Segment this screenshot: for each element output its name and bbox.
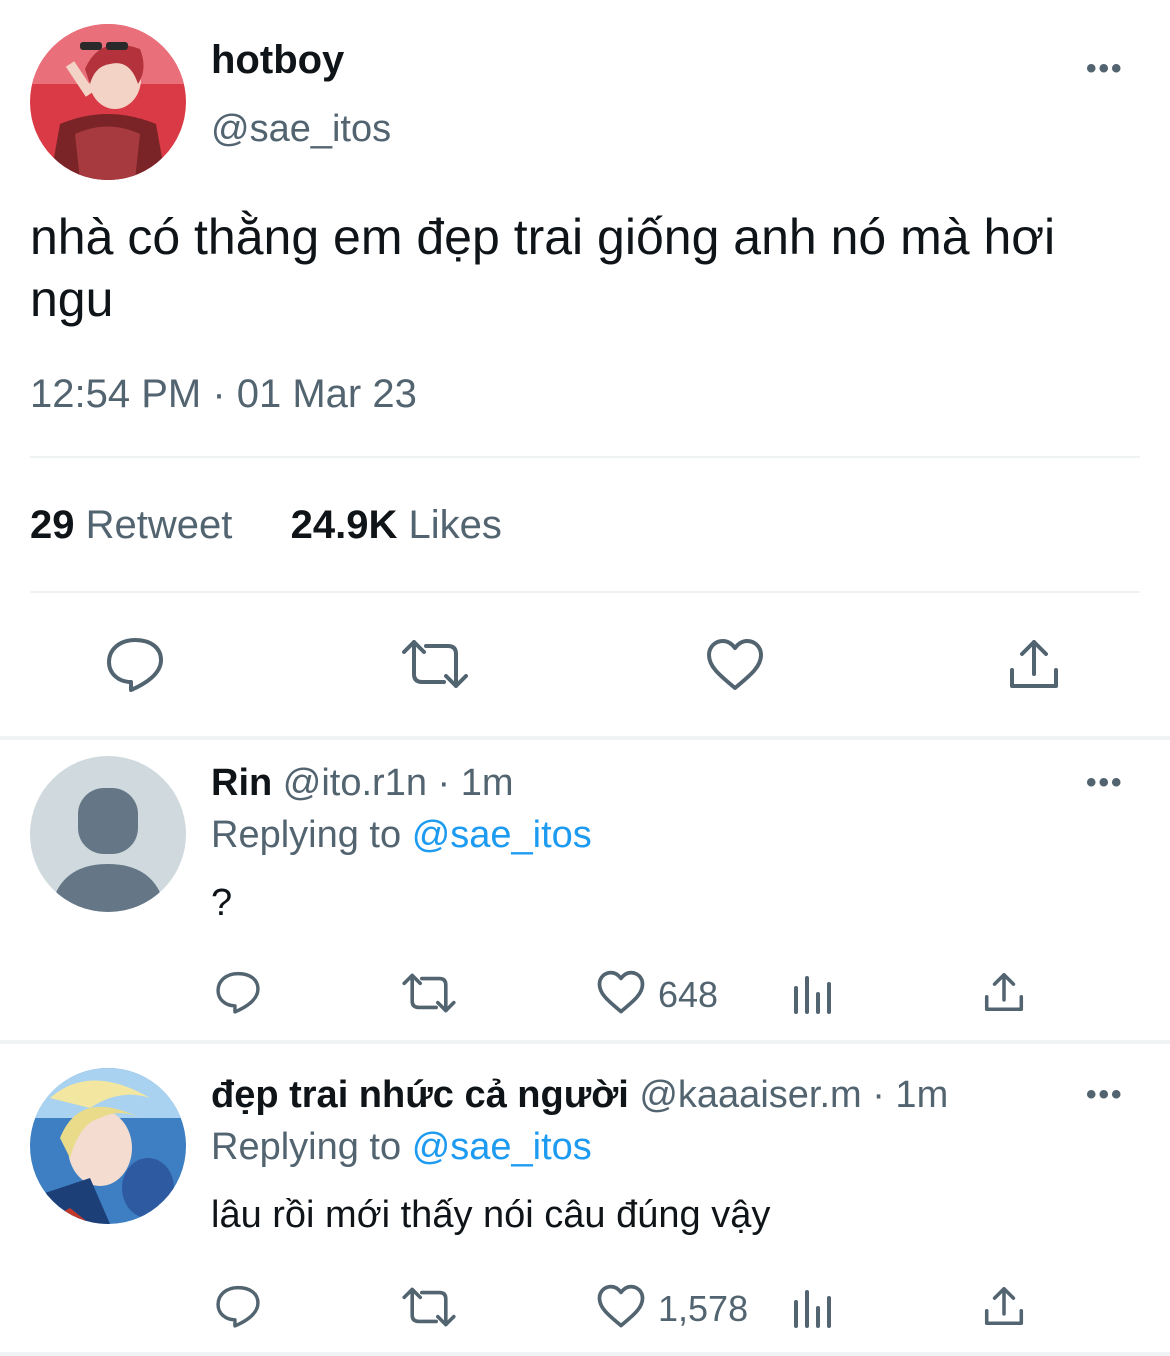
section-divider — [0, 1040, 1170, 1044]
section-divider — [0, 736, 1170, 740]
analytics-icon[interactable] — [792, 974, 834, 1014]
section-divider — [0, 1352, 1170, 1356]
reply-like-count[interactable]: 648 — [658, 974, 718, 1016]
tweet-text: nhà có thằng em đẹp trai giống anh nó mà… — [30, 209, 1056, 327]
reply-header: Rin @ito.r1n · 1m — [211, 762, 514, 805]
reply-avatar[interactable] — [30, 1068, 186, 1224]
divider — [30, 591, 1140, 593]
replying-to: Replying to @sae_itos — [211, 814, 592, 857]
reply-display-name[interactable]: đẹp trai nhức cả người — [211, 1074, 629, 1116]
retweet-label[interactable]: Retweet — [86, 503, 233, 547]
replying-handle-link[interactable]: @sae_itos — [412, 814, 592, 856]
more-icon[interactable]: ••• — [1086, 1078, 1124, 1112]
divider — [30, 456, 1140, 458]
tweet-timestamp[interactable]: 12:54 PM · 01 Mar 23 — [30, 372, 417, 417]
author-display-name[interactable]: hotboy — [211, 38, 344, 83]
share-icon[interactable] — [1006, 636, 1062, 692]
reply-icon[interactable] — [215, 1284, 261, 1328]
reply-header: đẹp trai nhức cả người @kaaaiser.m · 1m — [211, 1074, 948, 1117]
replying-label: Replying to — [211, 1126, 402, 1168]
analytics-icon[interactable] — [792, 1288, 834, 1328]
reply-avatar-default[interactable] — [30, 756, 186, 912]
likes-label[interactable]: Likes — [409, 503, 502, 547]
retweet-icon[interactable] — [400, 638, 470, 690]
retweet-icon[interactable] — [401, 1286, 457, 1328]
retweet-icon[interactable] — [401, 972, 457, 1014]
reply-icon[interactable] — [105, 636, 165, 692]
reply-like-count[interactable]: 1,578 — [658, 1288, 748, 1330]
likes-count[interactable]: 24.9K — [291, 503, 398, 547]
like-icon[interactable] — [597, 1284, 645, 1329]
author-handle[interactable]: @sae_itos — [211, 108, 391, 151]
author-avatar[interactable] — [30, 24, 186, 180]
replying-handle-link[interactable]: @sae_itos — [412, 1126, 592, 1168]
reply-text: ? — [211, 882, 233, 924]
more-icon[interactable]: ••• — [1086, 766, 1124, 800]
reply-meta[interactable]: @ito.r1n · 1m — [283, 762, 514, 804]
more-icon[interactable]: ••• — [1086, 52, 1124, 86]
reply-icon[interactable] — [215, 970, 261, 1014]
replying-label: Replying to — [211, 814, 402, 856]
retweet-count[interactable]: 29 — [30, 503, 75, 547]
reply-text: lâu rồi mới thấy nói câu đúng vậy — [211, 1194, 771, 1236]
like-icon[interactable] — [706, 638, 764, 692]
tweet-stats: 29 Retweet 24.9K Likes — [30, 503, 502, 548]
reply-display-name[interactable]: Rin — [211, 762, 272, 804]
like-icon[interactable] — [597, 970, 645, 1015]
share-icon[interactable] — [982, 970, 1026, 1014]
share-icon[interactable] — [982, 1284, 1026, 1328]
reply-meta[interactable]: @kaaaiser.m · 1m — [639, 1074, 948, 1116]
replying-to: Replying to @sae_itos — [211, 1126, 592, 1169]
